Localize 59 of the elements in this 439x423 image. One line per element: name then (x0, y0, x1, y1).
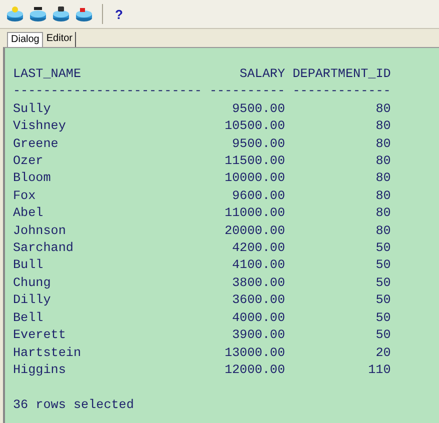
table-cell-text: 3900.00 (231, 327, 286, 344)
table-cell-text: 80 (374, 153, 391, 170)
column-header: LAST_NAME (13, 66, 82, 83)
table-cell-text: Higgins (13, 362, 67, 379)
table-cell-text: 9500.00 (231, 100, 286, 118)
dashed-separator: ---------- (209, 83, 286, 100)
table-cell-text: 50 (374, 257, 391, 274)
table-cell-text: 80 (374, 222, 391, 240)
table-cell-text: Hartstein (13, 344, 82, 362)
table-cell-text: Bell (13, 310, 44, 327)
table-cell-text: 20000.00 (224, 222, 286, 240)
tab[interactable]: Dialog (7, 32, 44, 47)
table-cell-text: Greene (13, 136, 60, 153)
database-icon[interactable] (29, 6, 47, 22)
table-cell-text: 3800.00 (231, 274, 286, 292)
table-cell-text: Vishney (13, 118, 67, 136)
column-header: SALARY (238, 66, 286, 83)
dashed-separator: ------------------------- (13, 83, 202, 100)
dashed-separator: ------------- (292, 83, 391, 100)
table-cell-text: 11000.00 (224, 205, 286, 222)
table-cell-text: 50 (374, 310, 391, 327)
table-cell-text: 50 (374, 274, 391, 292)
table-cell-text: 4000.00 (231, 310, 286, 327)
table-cell-text: 80 (374, 188, 391, 205)
table-cell-text: 13000.00 (224, 344, 286, 362)
table-cell-text: Bloom (13, 170, 52, 188)
table-cell-text: 80 (374, 100, 391, 118)
table-cell-text: 20 (374, 344, 391, 362)
table-cell-text: 9600.00 (231, 188, 286, 205)
table-cell-text: 4200.00 (231, 240, 286, 258)
table-cell-text: 4100.00 (231, 257, 286, 274)
table-cell-text: Everett (13, 327, 67, 344)
table-cell-text: Bull (13, 257, 44, 274)
table-cell-text: 10500.00 (224, 118, 286, 136)
table-cell-text: 12000.00 (224, 362, 286, 379)
table-cell-text: 3600.00 (231, 292, 286, 310)
table-cell-text: Fox (13, 188, 37, 205)
table-cell-text: Johnson (13, 222, 67, 240)
status-text: 36 rows selected (13, 398, 134, 412)
table-cell-text: 50 (374, 240, 391, 258)
table-cell-text: 9500.00 (231, 136, 286, 153)
table-cell-text: Abel (13, 205, 44, 222)
table-cell-text: 50 (374, 327, 391, 344)
table-cell-text: Ozer (13, 153, 44, 170)
table-cell-text: 80 (374, 118, 391, 136)
table-cell-text: Chung (13, 274, 52, 292)
table-cell-text: 110 (367, 362, 391, 379)
table-cell-text: 80 (374, 170, 391, 188)
column-header: DEPARTMENT_ID (292, 66, 391, 83)
table-cell-text: Sully (13, 100, 52, 118)
table-cell-text: 80 (374, 136, 391, 153)
database-bulb-icon[interactable] (6, 6, 24, 22)
table-cell-text: Dilly (13, 292, 52, 310)
table-cell-text: 80 (374, 205, 391, 222)
table-cell-text: 11500.00 (224, 153, 286, 170)
table-cell-text: Sarchand (13, 240, 74, 258)
table-cell-text: 50 (374, 292, 391, 310)
help-button[interactable]: ? (112, 6, 126, 22)
table-cell-text: 10000.00 (224, 170, 286, 188)
